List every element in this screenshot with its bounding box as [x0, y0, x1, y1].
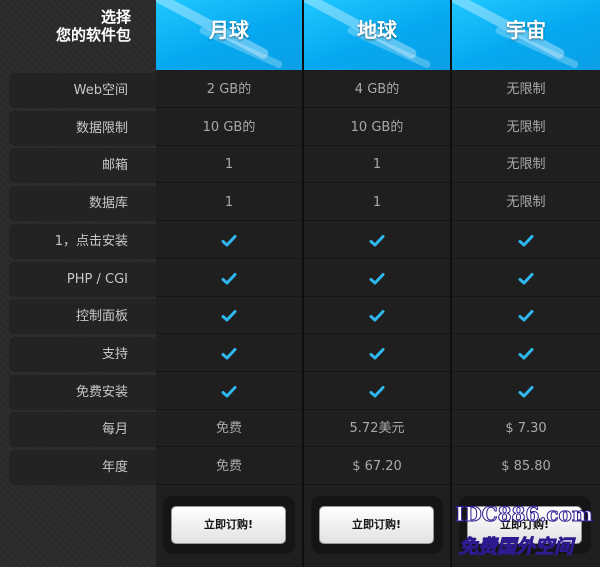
table-cell: 1	[156, 185, 302, 221]
table-cell: 10 GB的	[156, 110, 302, 146]
table-cell: 无限制	[452, 185, 600, 221]
plan-header-universe: 宇宙	[452, 0, 600, 70]
checkmark-icon	[304, 374, 450, 410]
table-cell: 免费	[156, 449, 302, 485]
checkmark-icon	[156, 223, 302, 259]
table-cell: 1	[304, 147, 450, 183]
checkmark-icon	[304, 336, 450, 372]
row-label: 数据限制	[9, 111, 156, 146]
table-corner-title: 选择 您的软件包	[0, 0, 156, 70]
checkmark-icon	[304, 223, 450, 259]
order-button-moon[interactable]: 立即订购!	[171, 506, 286, 544]
order-button-earth[interactable]: 立即订购!	[319, 506, 434, 544]
table-cell: 1	[156, 147, 302, 183]
row-label: 1，点击安装	[9, 224, 156, 259]
checkmark-icon	[452, 336, 600, 372]
plan-name-universe: 宇宙	[506, 18, 546, 42]
watermark-domain: IDC886.com	[454, 502, 594, 527]
plan-name-moon: 月球	[209, 18, 249, 42]
checkmark-icon	[156, 336, 302, 372]
table-cell: 4 GB的	[304, 72, 450, 108]
row-label: 数据库	[9, 186, 156, 221]
table-cell: 无限制	[452, 110, 600, 146]
plan-header-moon: 月球	[156, 0, 302, 70]
table-cell: $ 85.80	[452, 449, 600, 485]
table-cell: 免费	[156, 411, 302, 447]
plan-header-earth: 地球	[304, 0, 450, 70]
corner-title-line1: 选择	[100, 8, 131, 26]
checkmark-icon	[156, 261, 302, 297]
row-label: 邮箱	[9, 148, 156, 183]
plan-name-earth: 地球	[357, 18, 397, 42]
table-cell: 2 GB的	[156, 72, 302, 108]
row-label: 每月	[9, 412, 156, 447]
row-label: PHP / CGI	[9, 262, 156, 297]
row-label: 免费安装	[9, 375, 156, 410]
checkmark-icon	[304, 261, 450, 297]
checkmark-icon	[156, 298, 302, 334]
table-cell: 无限制	[452, 72, 600, 108]
checkmark-icon	[156, 374, 302, 410]
checkmark-icon	[304, 298, 450, 334]
checkmark-icon	[452, 223, 600, 259]
checkmark-icon	[452, 298, 600, 334]
table-cell: 10 GB的	[304, 110, 450, 146]
pricing-table: 选择 您的软件包 月球 地球 宇宙 Web空间 2 GB的 4 GB的 无限制 数据限制…	[0, 0, 600, 567]
table-cell: 1	[304, 185, 450, 221]
checkmark-icon	[452, 374, 600, 410]
checkmark-icon	[452, 261, 600, 297]
watermark-tagline: 免费国外空间	[458, 536, 574, 559]
table-cell: 5.72美元	[304, 411, 450, 447]
table-cell: $ 7.30	[452, 411, 600, 447]
corner-title-line2: 您的软件包	[55, 26, 131, 44]
table-cell: $ 67.20	[304, 449, 450, 485]
row-label: 年度	[9, 450, 156, 485]
row-label: Web空间	[9, 73, 156, 108]
row-label: 控制面板	[9, 299, 156, 334]
table-cell: 无限制	[452, 147, 600, 183]
row-label: 支持	[9, 337, 156, 372]
